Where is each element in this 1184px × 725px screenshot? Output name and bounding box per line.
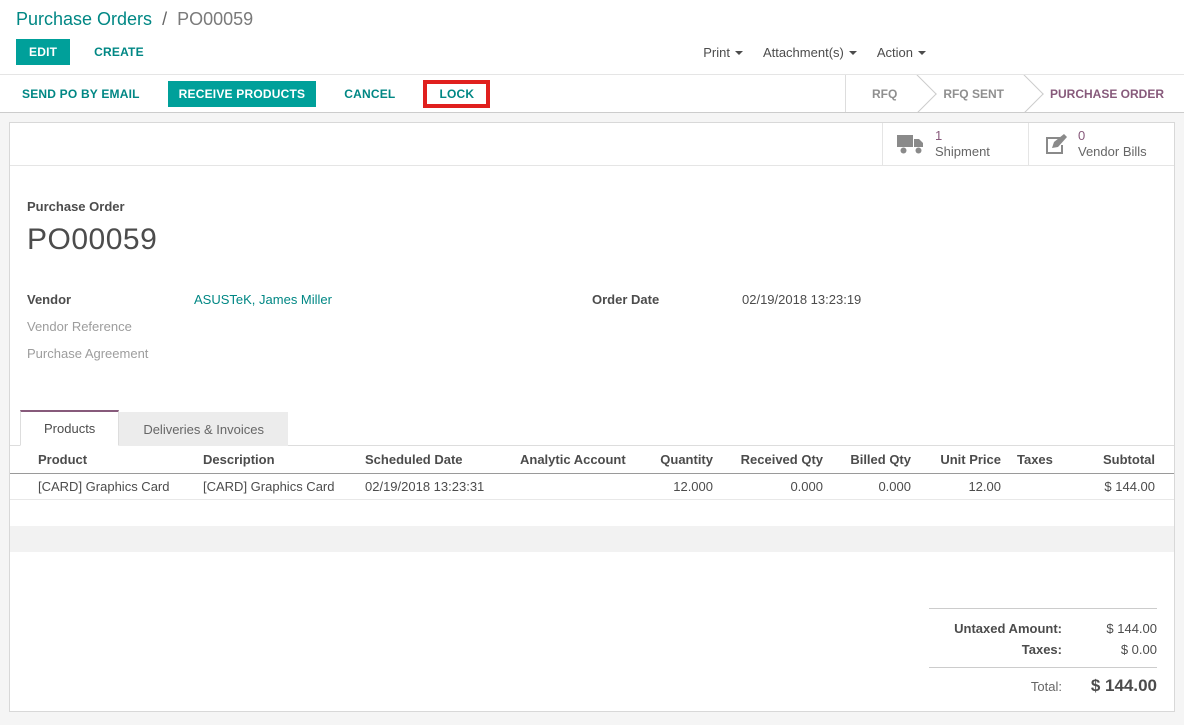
vendor-bills-stat-text: 0 Vendor Bills	[1078, 128, 1147, 161]
taxes-label: Taxes:	[1021, 642, 1062, 657]
document-type-label: Purchase Order	[27, 199, 125, 214]
caret-down-icon	[848, 50, 857, 55]
col-billed-qty[interactable]: Billed Qty	[831, 446, 919, 474]
edit-button[interactable]: EDIT	[16, 39, 71, 65]
cell-taxes[interactable]	[1009, 473, 1067, 500]
vendor-bills-count: 0	[1078, 127, 1086, 143]
taxes-value: $ 0.00	[1120, 642, 1157, 657]
page-title: PO00059	[27, 223, 158, 256]
cell-analytic-account[interactable]	[512, 473, 632, 500]
fields-left-column: Vendor ASUSTeK, James Miller Vendor Refe…	[27, 291, 592, 372]
col-subtotal[interactable]: Subtotal	[1067, 446, 1174, 474]
shipment-count: 1	[935, 127, 943, 143]
order-date-value: 02/19/2018 13:23:19	[742, 292, 862, 307]
send-po-by-email-button[interactable]: SEND PO BY EMAIL	[16, 86, 146, 102]
untaxed-amount-row: Untaxed Amount: $ 144.00	[929, 618, 1157, 639]
empty-table-row	[10, 500, 1174, 526]
control-panel: Purchase Orders / PO00059 EDIT CREATE Pr…	[0, 0, 1184, 74]
table-row[interactable]: [CARD] Graphics Card [CARD] Graphics Car…	[10, 473, 1174, 500]
print-menu[interactable]: Print	[703, 45, 743, 60]
caret-down-icon	[734, 50, 743, 55]
totals-panel: Untaxed Amount: $ 144.00 Taxes: $ 0.00 T…	[929, 608, 1157, 699]
form-sheet: 1 Shipment 0 Vendor Bills Purchase Order…	[9, 122, 1175, 712]
tab-deliveries-invoices[interactable]: Deliveries & Invoices	[119, 412, 288, 446]
status-step-rfq[interactable]: RFQ	[846, 75, 917, 112]
tab-products[interactable]: Products	[20, 410, 120, 446]
breadcrumb: Purchase Orders / PO00059	[16, 7, 1168, 32]
fields-right-column: Order Date 02/19/2018 13:23:19	[592, 291, 1157, 372]
col-quantity[interactable]: Quantity	[632, 446, 721, 474]
cell-billed-qty[interactable]: 0.000	[831, 473, 919, 500]
vendor-label: Vendor	[27, 292, 72, 307]
col-taxes[interactable]: Taxes	[1009, 446, 1067, 474]
statusbar: SEND PO BY EMAIL RECEIVE PRODUCTS CANCEL…	[0, 74, 1184, 113]
truck-icon	[897, 134, 925, 155]
col-scheduled-date[interactable]: Scheduled Date	[357, 446, 512, 474]
field-group: Vendor ASUSTeK, James Miller Vendor Refe…	[27, 291, 1157, 372]
col-analytic-account[interactable]: Analytic Account	[512, 446, 632, 474]
total-label: Total:	[1030, 679, 1062, 694]
purchase-agreement-label: Purchase Agreement	[27, 346, 149, 361]
empty-table-row-striped	[10, 526, 1174, 552]
cell-subtotal[interactable]: $ 144.00	[1067, 473, 1174, 500]
order-lines-table: Product Description Scheduled Date Analy…	[10, 446, 1174, 500]
action-menus: Print Attachment(s) Action	[703, 45, 926, 60]
pencil-square-icon	[1043, 132, 1068, 156]
lock-highlight-annotation: LOCK	[423, 79, 491, 108]
cell-unit-price[interactable]: 12.00	[919, 473, 1009, 500]
form-view-background: 1 Shipment 0 Vendor Bills Purchase Order…	[0, 113, 1184, 725]
notebook-tabs: Products Deliveries & Invoices	[10, 409, 1174, 446]
stat-buttons-row: 1 Shipment 0 Vendor Bills	[10, 123, 1174, 166]
taxes-row: Taxes: $ 0.00	[929, 639, 1157, 660]
untaxed-amount-value: $ 144.00	[1106, 621, 1157, 636]
shipment-stat-button[interactable]: 1 Shipment	[882, 123, 1028, 165]
action-menu[interactable]: Action	[877, 45, 926, 60]
col-unit-price[interactable]: Unit Price	[919, 446, 1009, 474]
cell-quantity[interactable]: 12.000	[632, 473, 721, 500]
vendor-bills-stat-button[interactable]: 0 Vendor Bills	[1028, 123, 1174, 165]
shipment-label: Shipment	[935, 144, 990, 159]
cell-product[interactable]: [CARD] Graphics Card	[10, 473, 195, 500]
sheet-content: Purchase Order PO00059 Vendor ASUSTeK, J…	[10, 199, 1174, 372]
status-step-purchase-order[interactable]: PURCHASE ORDER	[1024, 75, 1184, 112]
purchase-agreement-field: Purchase Agreement	[27, 345, 592, 362]
control-panel-buttons-row: EDIT CREATE Print Attachment(s) Action	[16, 39, 1168, 74]
table-header-row: Product Description Scheduled Date Analy…	[10, 446, 1174, 474]
total-row: Total: $ 144.00	[929, 667, 1157, 699]
col-received-qty[interactable]: Received Qty	[721, 446, 831, 474]
status-pipeline: RFQ RFQ SENT PURCHASE ORDER	[844, 75, 1184, 112]
breadcrumb-current-po: PO00059	[177, 9, 254, 29]
col-description[interactable]: Description	[195, 446, 357, 474]
col-product[interactable]: Product	[10, 446, 195, 474]
vendor-value-link[interactable]: ASUSTeK, James Miller	[194, 291, 332, 308]
cell-description[interactable]: [CARD] Graphics Card	[195, 473, 357, 500]
vendor-field: Vendor ASUSTeK, James Miller	[27, 291, 592, 308]
breadcrumb-separator: /	[162, 9, 168, 29]
create-button[interactable]: CREATE	[88, 44, 150, 60]
lock-button[interactable]: LOCK	[433, 86, 480, 102]
vendor-reference-field: Vendor Reference	[27, 318, 592, 335]
receive-products-button[interactable]: RECEIVE PRODUCTS	[167, 80, 317, 107]
attachments-menu[interactable]: Attachment(s)	[763, 45, 857, 60]
total-value: $ 144.00	[1090, 676, 1157, 695]
caret-down-icon	[918, 50, 926, 55]
order-date-field: Order Date 02/19/2018 13:23:19	[592, 291, 1157, 308]
cell-received-qty[interactable]: 0.000	[721, 473, 831, 500]
cell-scheduled-date[interactable]: 02/19/2018 13:23:31	[357, 473, 512, 500]
shipment-stat-text: 1 Shipment	[935, 128, 990, 161]
vendor-reference-label: Vendor Reference	[27, 319, 132, 334]
order-date-label: Order Date	[592, 292, 660, 307]
vendor-bills-label: Vendor Bills	[1078, 144, 1147, 159]
untaxed-amount-label: Untaxed Amount:	[954, 621, 1062, 636]
breadcrumb-purchase-orders[interactable]: Purchase Orders	[16, 9, 152, 29]
cancel-button[interactable]: CANCEL	[338, 86, 401, 102]
status-step-rfq-sent[interactable]: RFQ SENT	[917, 75, 1024, 112]
statusbar-buttons: SEND PO BY EMAIL RECEIVE PRODUCTS CANCEL…	[16, 79, 491, 108]
